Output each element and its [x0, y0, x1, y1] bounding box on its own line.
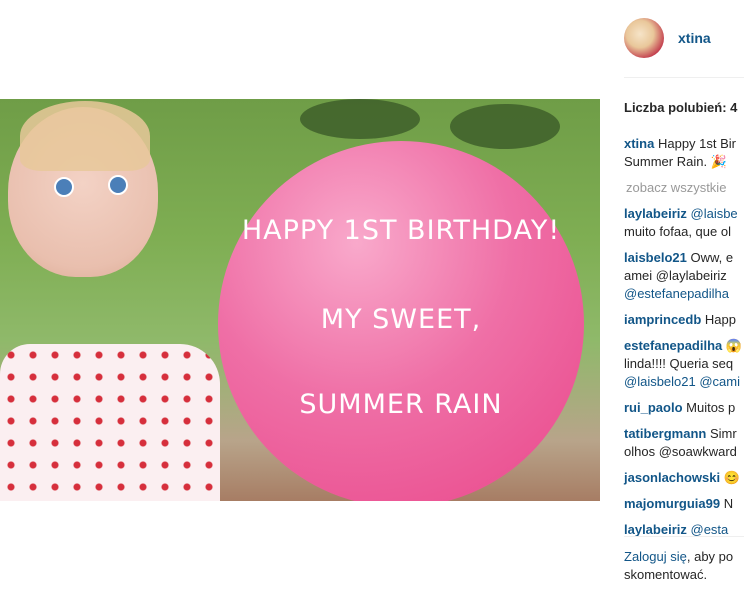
comment: majomurguia99 N	[624, 495, 744, 513]
avatar[interactable]	[624, 18, 664, 58]
post-header: xtina	[624, 18, 711, 58]
comment-username[interactable]: majomurguia99	[624, 496, 720, 511]
post-sidebar: xtina Liczba polubień: 4 xtina Happy 1st…	[600, 0, 744, 600]
login-prompt-text: skomentować.	[624, 567, 708, 582]
login-prompt-text: , aby po	[686, 549, 734, 564]
comment-text: N	[723, 496, 734, 511]
caption-text: Happy 1st Bir	[657, 136, 737, 151]
caption: xtina Happy 1st Bir Summer Rain. 🎉	[624, 135, 744, 171]
comment: rui_paolo Muitos p	[624, 399, 744, 417]
comment-username[interactable]: laylabeiriz	[624, 522, 687, 537]
comment-text: muito fofaa, que ol	[624, 224, 731, 239]
pink-balloon: HAPPY 1ST BIRTHDAY! MY SWEET, SUMMER RAI…	[218, 141, 584, 501]
comment-username[interactable]: jasonlachowski	[624, 470, 720, 485]
comment-text: olhos @soawkward	[624, 444, 737, 459]
comment: laylabeiriz @laisbe muito fofaa, que ol	[624, 205, 744, 241]
baby-eye	[108, 175, 128, 195]
comment-username[interactable]: laisbelo21	[624, 250, 687, 265]
comment: laisbelo21 Oww, e amei @laylabeiriz @est…	[624, 249, 744, 303]
caption-text: Summer Rain. 🎉	[624, 154, 727, 169]
balloon-text-line: HAPPY 1ST BIRTHDAY!	[241, 215, 561, 246]
tree-shape	[300, 99, 420, 139]
login-link[interactable]: Zaloguj się	[624, 549, 687, 564]
comment: estefanepadilha 😱 linda!!!! Queria seq @…	[624, 337, 744, 391]
comment: tatibergmann Simr olhos @soawkward	[624, 425, 744, 461]
comment-text: amei @laylabeiriz	[624, 268, 727, 283]
divider	[624, 536, 744, 537]
comment-username[interactable]: estefanepadilha	[624, 338, 722, 353]
balloon-text-line: SUMMER RAIN	[299, 389, 503, 420]
view-all-comments-link[interactable]: zobacz wszystkie	[624, 179, 744, 197]
comment-text: @esta	[690, 522, 729, 537]
comment: iamprincedb Happ	[624, 311, 744, 329]
likes-count[interactable]: Liczba polubień: 4	[624, 99, 737, 117]
balloon-text-line: MY SWEET,	[320, 304, 482, 335]
comment-text: 😊	[723, 470, 740, 485]
comment-username[interactable]: laylabeiriz	[624, 206, 687, 221]
comment-text: Muitos p	[686, 400, 736, 415]
comment-text: 😱	[725, 338, 743, 353]
divider	[624, 77, 744, 78]
baby-dress	[0, 344, 220, 501]
comments-list: xtina Happy 1st Bir Summer Rain. 🎉 zobac…	[624, 135, 744, 547]
baby-hair	[20, 101, 150, 171]
comment-text: Oww, e	[690, 250, 734, 265]
comment-text: Simr	[709, 426, 737, 441]
comment-username[interactable]: rui_paolo	[624, 400, 683, 415]
comment: jasonlachowski 😊	[624, 469, 744, 487]
comment-mention[interactable]: @laisbelo21 @cami	[624, 373, 744, 391]
comment-text: Happ	[704, 312, 736, 327]
post-image-area: HAPPY 1ST BIRTHDAY! MY SWEET, SUMMER RAI…	[0, 0, 600, 600]
comment-mention[interactable]: @estefanepadilha	[624, 285, 744, 303]
post-photo[interactable]: HAPPY 1ST BIRTHDAY! MY SWEET, SUMMER RAI…	[0, 99, 600, 501]
login-prompt: Zaloguj się, aby po skomentować.	[624, 548, 744, 584]
tree-shape	[450, 104, 560, 149]
comment-username[interactable]: iamprincedb	[624, 312, 701, 327]
comment-username[interactable]: tatibergmann	[624, 426, 706, 441]
comment-text: @laisbe	[690, 206, 738, 221]
comment-text: linda!!!! Queria seq	[624, 356, 734, 371]
caption-username[interactable]: xtina	[624, 136, 654, 151]
author-username[interactable]: xtina	[678, 29, 711, 47]
baby-eye	[54, 177, 74, 197]
